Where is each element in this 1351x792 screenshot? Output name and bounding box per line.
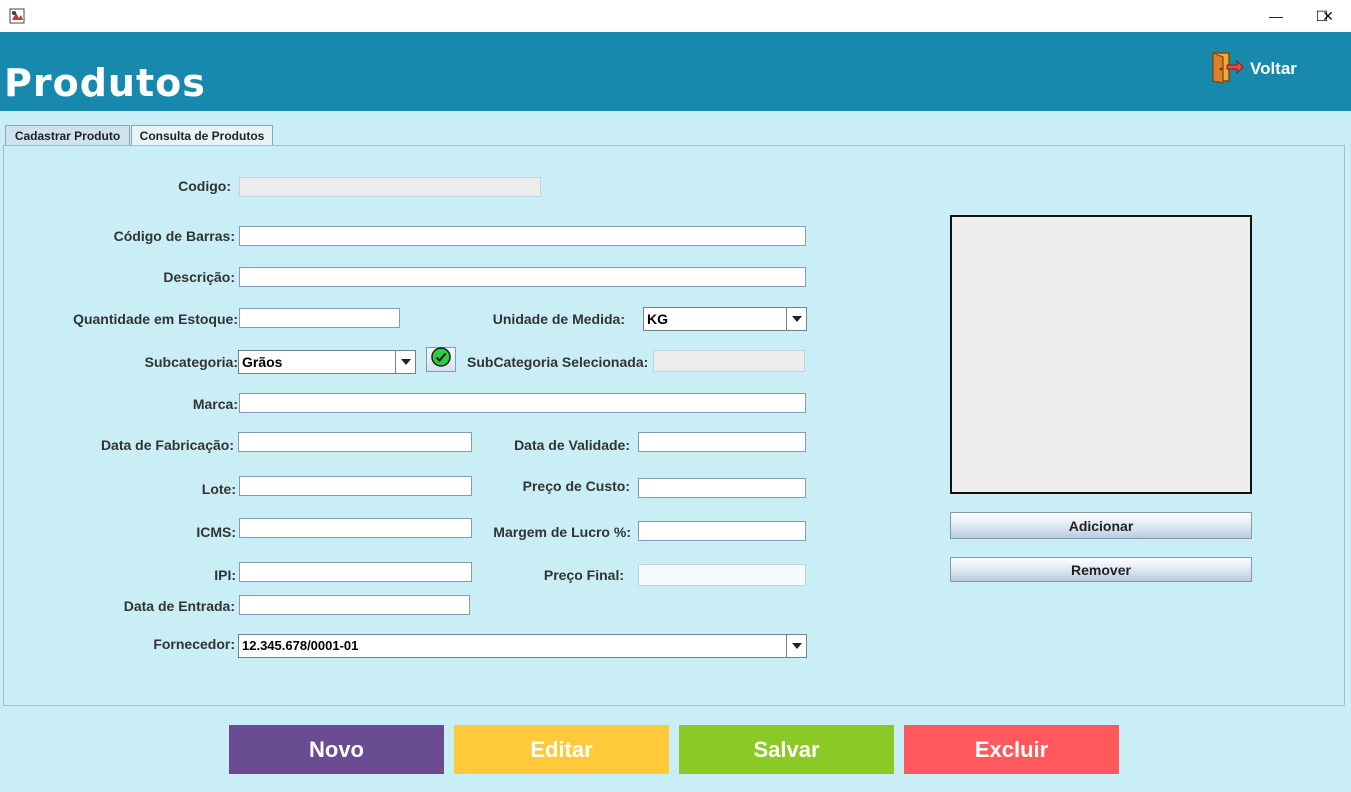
marca-label: Marca: (192, 396, 238, 412)
preco-final-label: Preço Final: (543, 567, 624, 583)
data-entrada-field[interactable] (239, 595, 470, 615)
codigo-barras-field[interactable] (239, 226, 806, 246)
unidade-label: Unidade de Medida: (492, 311, 625, 327)
quantidade-label: Quantidade em Estoque: (73, 311, 238, 327)
check-circle-icon (431, 347, 451, 372)
java-app-icon (9, 8, 25, 24)
product-image-preview (950, 215, 1252, 494)
ipi-label: IPI: (214, 567, 236, 583)
voltar-label: Voltar (1250, 59, 1297, 78)
icms-field[interactable] (239, 518, 472, 538)
descricao-field[interactable] (239, 267, 806, 287)
tab-cadastrar-produto[interactable]: Cadastrar Produto (5, 125, 130, 145)
unidade-value: KG (647, 311, 668, 327)
novo-button[interactable]: Novo (229, 725, 444, 774)
exit-door-icon (1210, 50, 1244, 89)
subcategoria-selecionada-field (653, 350, 805, 372)
chevron-down-icon[interactable] (395, 351, 415, 373)
minimize-icon: — (1269, 8, 1283, 24)
preco-custo-field[interactable] (638, 478, 806, 498)
adicionar-imagem-button[interactable]: Adicionar (950, 512, 1252, 539)
quantidade-field[interactable] (239, 308, 400, 328)
subcategoria-value: Grãos (242, 354, 283, 370)
window-titlebar (0, 0, 1351, 32)
subcategoria-selecionada-label: SubCategoria Selecionada: (467, 354, 649, 370)
codigo-barras-label: Código de Barras: (113, 228, 235, 244)
data-fabricacao-label: Data de Fabricação: (100, 437, 234, 453)
chevron-down-icon[interactable] (786, 308, 806, 330)
data-validade-field[interactable] (638, 432, 806, 452)
minimize-button[interactable]: — (1253, 0, 1299, 32)
lote-field[interactable] (239, 476, 472, 496)
salvar-button[interactable]: Salvar (679, 725, 894, 774)
remover-imagem-button[interactable]: Remover (950, 557, 1252, 582)
tab-consulta-produtos[interactable]: Consulta de Produtos (131, 125, 273, 145)
subcategoria-combo[interactable]: Grãos (238, 350, 416, 374)
margem-lucro-label: Margem de Lucro %: (493, 524, 631, 540)
preco-custo-label: Preço de Custo: (522, 478, 630, 494)
editar-button[interactable]: Editar (454, 725, 669, 774)
unidade-combo[interactable]: KG (643, 307, 807, 331)
ipi-field[interactable] (239, 562, 472, 582)
confirm-subcategoria-button[interactable] (426, 347, 456, 372)
subcategoria-label: Subcategoria: (144, 354, 238, 370)
chevron-down-icon[interactable] (786, 635, 806, 657)
margem-lucro-field[interactable] (638, 521, 806, 541)
icms-label: ICMS: (196, 524, 236, 540)
close-button[interactable]: ✕ (1305, 0, 1351, 32)
descricao-label: Descrição: (163, 269, 235, 285)
close-icon: ✕ (1322, 7, 1334, 24)
marca-field[interactable] (239, 393, 806, 413)
codigo-field (239, 177, 541, 197)
page-title: Produtos (4, 61, 206, 105)
excluir-button[interactable]: Excluir (904, 725, 1119, 774)
preco-final-field (638, 564, 806, 586)
lote-label: Lote: (201, 481, 236, 497)
data-validade-label: Data de Validade: (514, 437, 630, 453)
voltar-button[interactable]: Voltar (1210, 51, 1297, 87)
fornecedor-value: 12.345.678/0001-01 (242, 638, 359, 653)
fornecedor-label: Fornecedor: (153, 636, 235, 652)
codigo-label: Codigo: (178, 178, 231, 194)
fornecedor-combo[interactable]: 12.345.678/0001-01 (238, 634, 807, 658)
data-fabricacao-field[interactable] (238, 432, 472, 452)
data-entrada-label: Data de Entrada: (123, 598, 235, 614)
